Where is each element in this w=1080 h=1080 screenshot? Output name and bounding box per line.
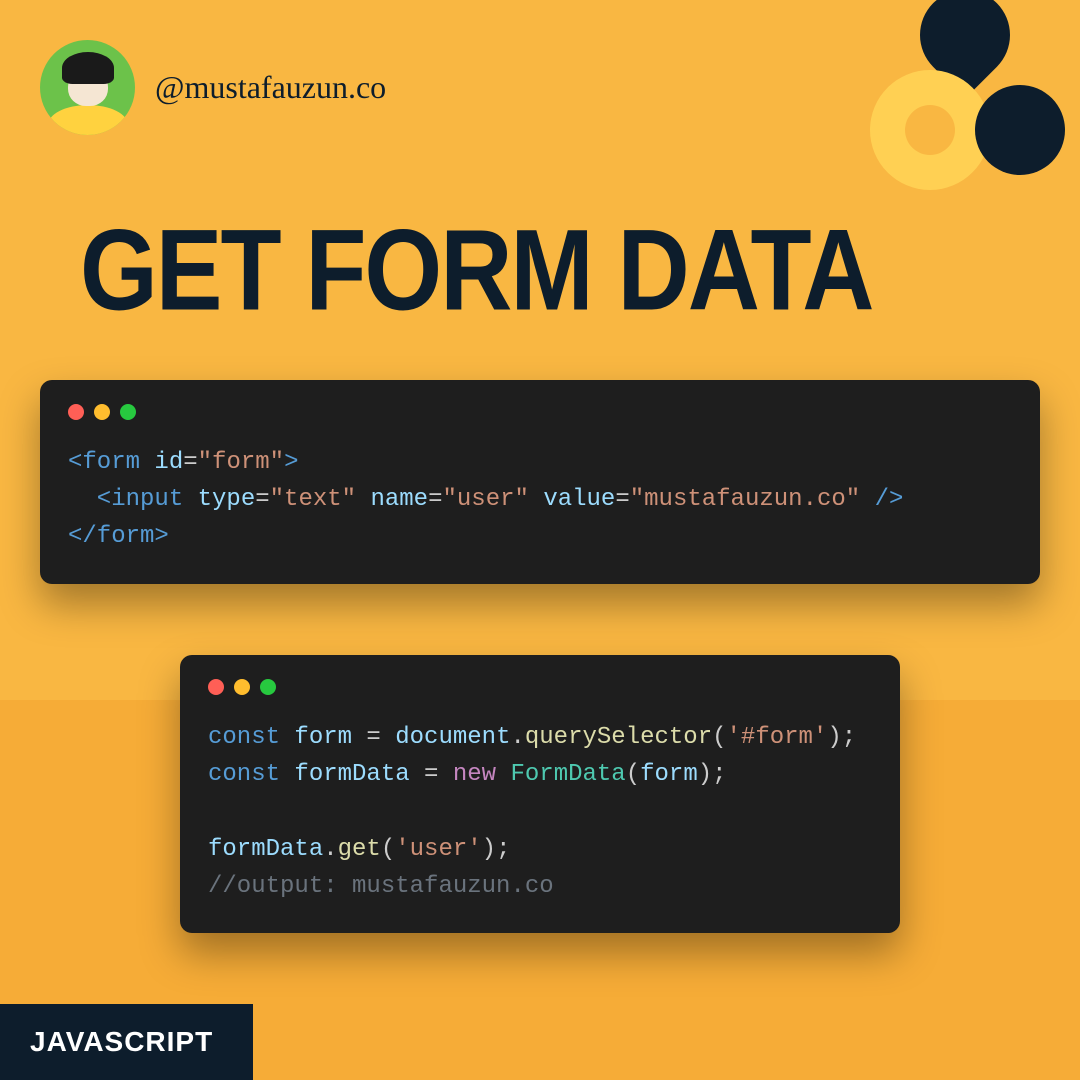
profile-handle: @mustafauzun.co [155,69,386,106]
code-block-html: <form id="form"> <input type="text" name… [68,444,1012,556]
code-window-html: <form id="form"> <input type="text" name… [40,380,1040,584]
category-tag: JAVASCRIPT [0,1004,253,1080]
minimize-icon [234,679,250,695]
close-icon [68,404,84,420]
maximize-icon [260,679,276,695]
decorative-shapes [860,0,1080,230]
header: @mustafauzun.co [40,40,386,135]
close-icon [208,679,224,695]
shape-circle-icon [975,85,1065,175]
minimize-icon [94,404,110,420]
window-controls [68,404,1012,420]
window-controls [208,679,872,695]
code-window-js: const form = document.querySelector('#fo… [180,655,900,933]
avatar [40,40,135,135]
page-title: GET FORM DATA [80,205,872,337]
shape-ring-icon [870,70,990,190]
maximize-icon [120,404,136,420]
code-block-js: const form = document.querySelector('#fo… [208,719,872,905]
